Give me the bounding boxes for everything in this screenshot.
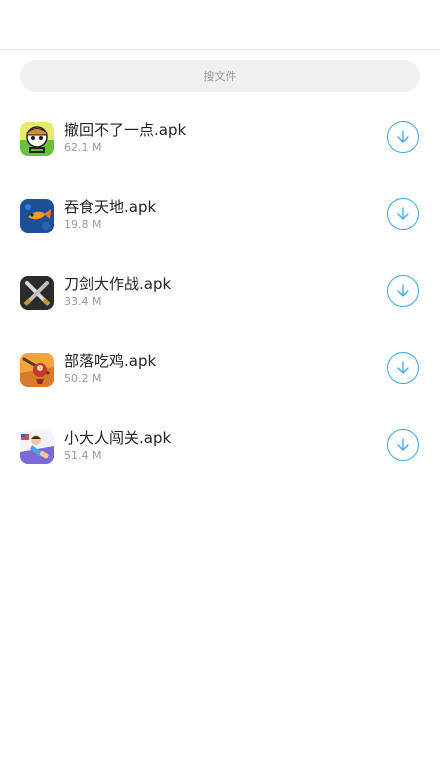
top-bar [0, 0, 440, 50]
download-button[interactable] [387, 429, 419, 461]
file-name: 刀剑大作战.apk [64, 275, 172, 293]
app-icon-goldfish [20, 199, 54, 233]
download-arrow-icon [397, 207, 409, 220]
download-button[interactable] [387, 275, 419, 307]
file-size: 19.8 M [64, 218, 102, 231]
list-item[interactable]: 部落吃鸡.apk 50.2 M [0, 331, 440, 408]
app-icon-runner-character [20, 430, 54, 464]
download-button[interactable] [387, 198, 419, 230]
file-name: 部落吃鸡.apk [64, 352, 157, 370]
file-list: 撤回不了一点.apk 62.1 M 吞食天地.apk 19.8 M 刀剑大作战.… [0, 100, 440, 485]
download-button[interactable] [387, 121, 419, 153]
file-size: 62.1 M [64, 141, 102, 154]
download-arrow-icon [397, 361, 409, 374]
file-name: 撤回不了一点.apk [64, 121, 187, 139]
app-icon-cartoon-character [20, 122, 54, 156]
download-arrow-icon [397, 130, 409, 143]
download-arrow-icon [397, 284, 409, 297]
list-item[interactable]: 撤回不了一点.apk 62.1 M [0, 100, 440, 177]
search-placeholder: 搜文件 [203, 70, 237, 83]
list-item[interactable]: 小大人闯关.apk 51.4 M [0, 408, 440, 485]
file-size: 33.4 M [64, 295, 102, 308]
download-button[interactable] [387, 352, 419, 384]
file-size: 50.2 M [64, 372, 102, 385]
list-item[interactable]: 刀剑大作战.apk 33.4 M [0, 254, 440, 331]
download-arrow-icon [397, 438, 409, 451]
file-size: 51.4 M [64, 449, 102, 462]
file-name: 小大人闯关.apk [64, 429, 172, 447]
file-name: 吞食天地.apk [64, 198, 157, 216]
search-bar[interactable]: 搜文件 [20, 60, 420, 92]
app-icon-crossed-swords [20, 276, 54, 310]
list-item[interactable]: 吞食天地.apk 19.8 M [0, 177, 440, 254]
app-icon-tribe-warrior [20, 353, 54, 387]
